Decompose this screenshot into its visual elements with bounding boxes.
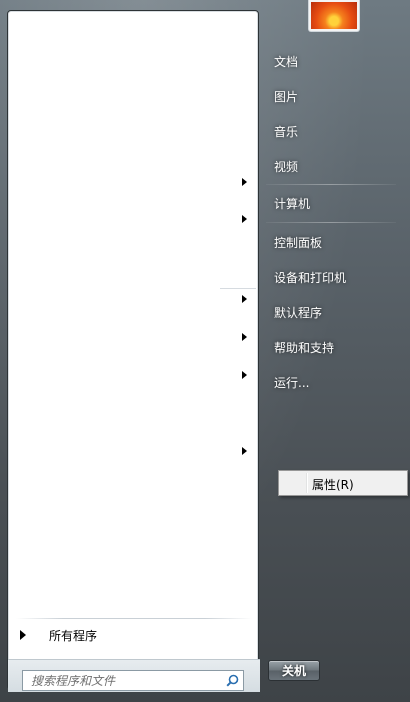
all-programs-button[interactable]: 所有程序 — [16, 623, 252, 647]
right-item-music[interactable]: 音乐 — [264, 116, 396, 146]
context-menu: 属性(R) — [278, 470, 408, 496]
submenu-arrow-icon[interactable] — [242, 333, 247, 341]
right-item-pictures[interactable]: 图片 — [264, 81, 396, 111]
right-item-label: 设备和打印机 — [274, 270, 347, 285]
submenu-arrow-icon[interactable] — [242, 215, 247, 223]
right-item-documents[interactable]: 文档 — [264, 46, 396, 76]
right-item-label: 控制面板 — [274, 235, 323, 250]
submenu-arrow-icon[interactable] — [242, 371, 247, 379]
search-area — [8, 659, 260, 692]
shutdown-label: 关机 — [281, 664, 306, 678]
right-item-label: 图片 — [274, 89, 299, 104]
right-item-run[interactable]: 运行... — [264, 367, 396, 397]
shutdown-button[interactable]: 关机 — [268, 660, 320, 681]
right-item-label: 帮助和支持 — [274, 340, 335, 355]
right-pane-separator — [266, 222, 396, 223]
right-item-label: 视频 — [274, 159, 299, 174]
right-item-default-programs[interactable]: 默认程序 — [264, 297, 396, 327]
right-item-devices-printers[interactable]: 设备和打印机 — [264, 262, 396, 292]
menu-gutter — [306, 473, 308, 493]
context-menu-item-properties[interactable]: 属性(R) — [312, 476, 354, 493]
submenu-arrow-icon[interactable] — [242, 295, 247, 303]
triangle-right-icon — [20, 630, 26, 640]
program-list-pane: 所有程序 — [7, 10, 260, 692]
submenu-arrow-icon[interactable] — [242, 178, 247, 186]
search-box[interactable] — [22, 670, 244, 691]
all-programs-label: 所有程序 — [49, 628, 98, 643]
user-picture[interactable] — [308, 0, 360, 32]
right-item-help-support[interactable]: 帮助和支持 — [264, 332, 396, 362]
pinned-divider — [220, 288, 256, 289]
right-item-label: 文档 — [274, 54, 299, 69]
right-item-label: 运行... — [274, 375, 310, 390]
right-item-control-panel[interactable]: 控制面板 — [264, 227, 396, 257]
right-item-computer[interactable]: 计算机 — [264, 188, 396, 218]
right-pane-separator — [266, 184, 396, 185]
right-item-label: 音乐 — [274, 124, 299, 139]
submenu-arrow-icon[interactable] — [242, 447, 247, 455]
right-item-videos[interactable]: 视频 — [264, 151, 396, 181]
search-icon[interactable] — [226, 674, 239, 687]
right-item-label: 计算机 — [274, 196, 311, 211]
all-programs-divider — [16, 618, 252, 619]
right-item-label: 默认程序 — [274, 305, 323, 320]
flower-picture-icon — [311, 2, 357, 29]
search-input[interactable] — [23, 671, 227, 690]
